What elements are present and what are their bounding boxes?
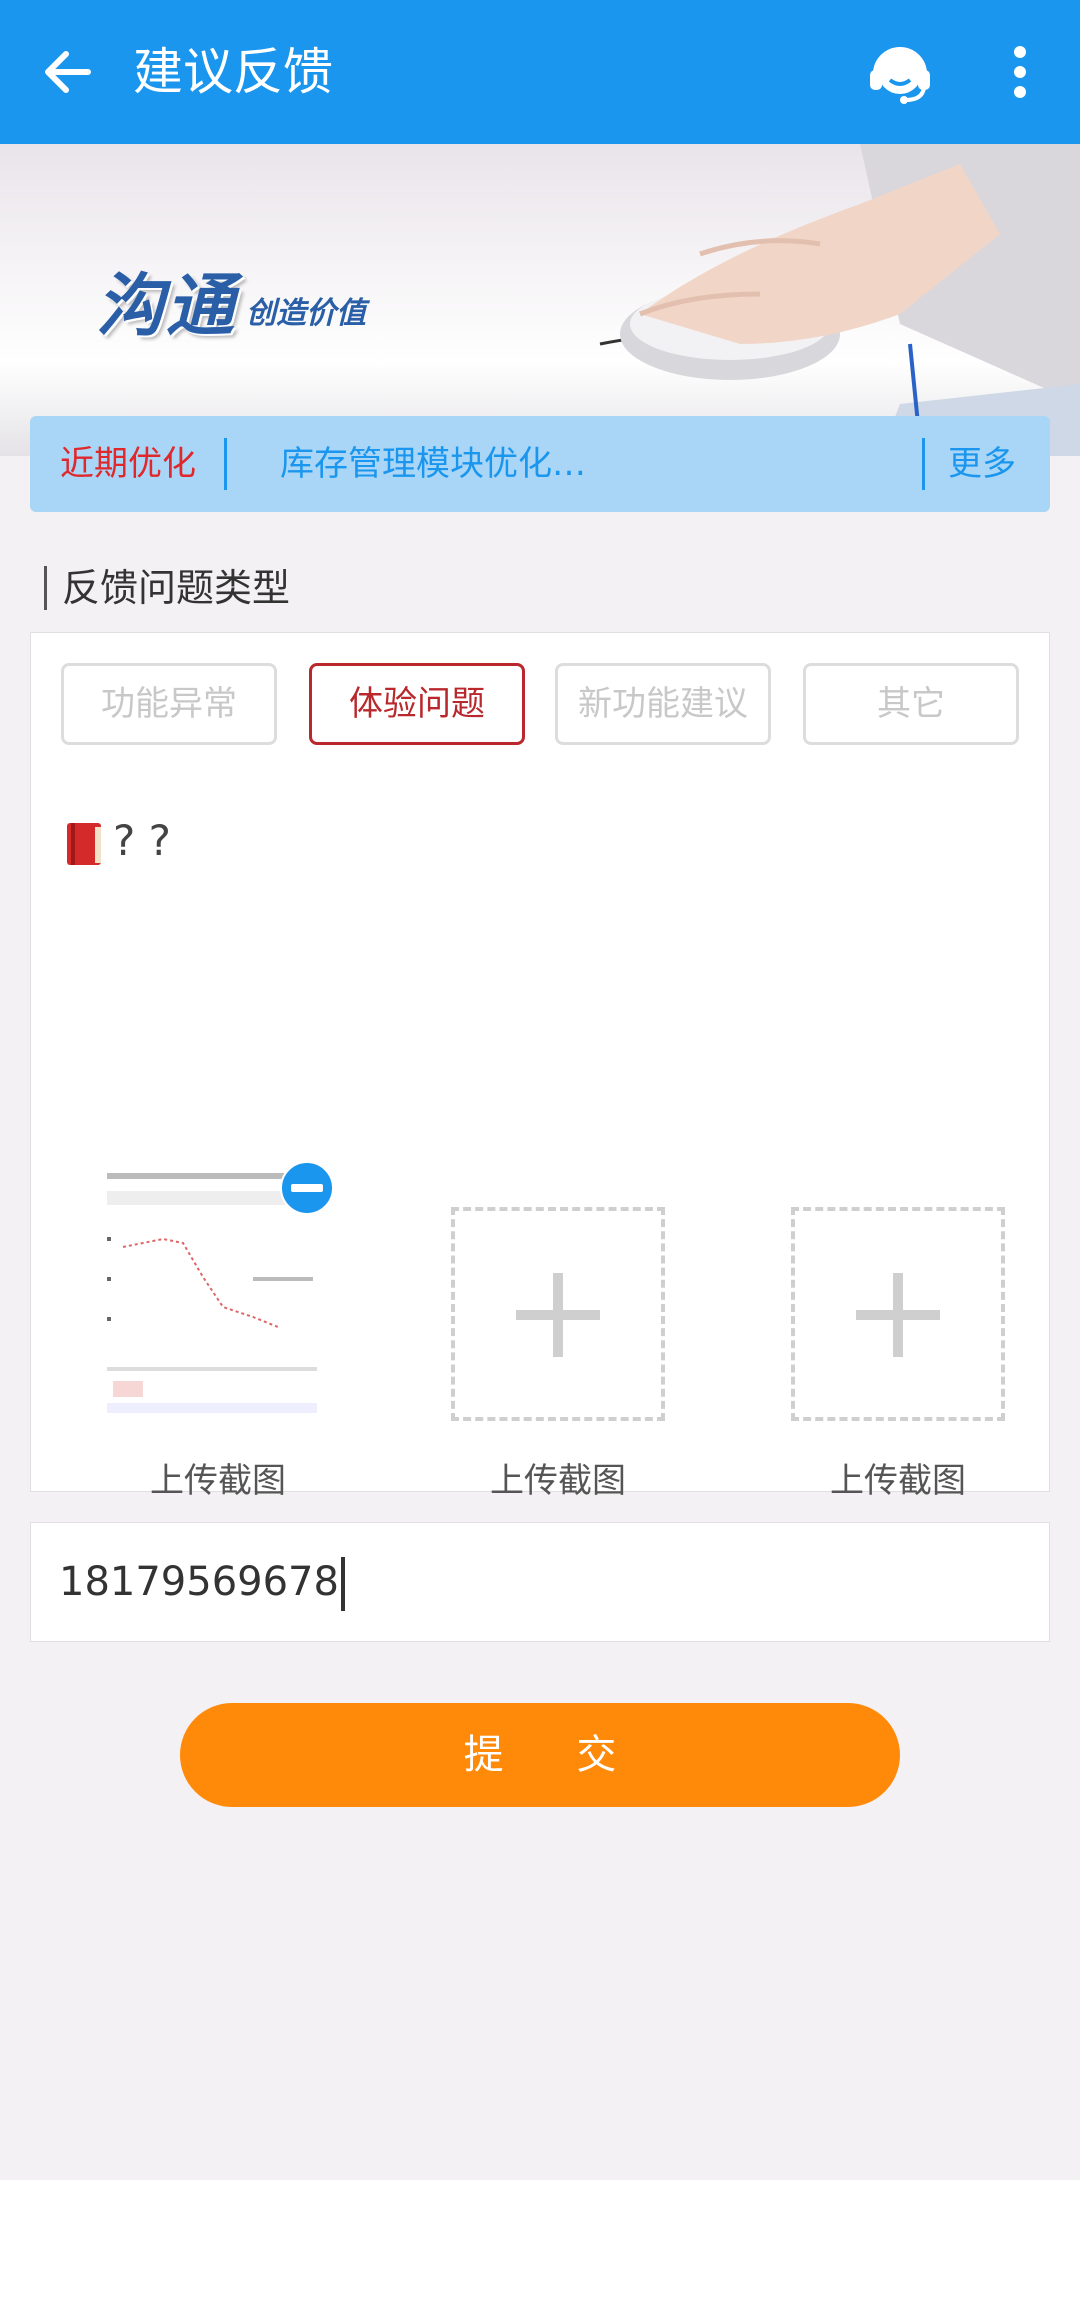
more-vertical-icon <box>1014 46 1026 98</box>
upload-label: 上传截图 <box>150 1461 286 1501</box>
headset-icon <box>870 47 930 104</box>
upload-box[interactable] <box>791 1207 1005 1421</box>
upload-box[interactable] <box>451 1207 665 1421</box>
page-title: 建议反馈 <box>133 43 333 101</box>
section-marker <box>44 566 47 610</box>
type-button-new-feature[interactable]: 新功能建议 <box>555 663 771 745</box>
app-header: 建议反馈 <box>0 0 1080 144</box>
more-options-button[interactable] <box>1000 40 1040 104</box>
contact-field[interactable]: 18179569678 <box>30 1522 1050 1642</box>
divider <box>922 438 925 490</box>
back-button[interactable] <box>36 40 100 104</box>
section-title: 反馈问题类型 <box>62 566 291 610</box>
feedback-card: 功能异常 体验问题 新功能建议 其它 ? ? 上传截图 上传截图 上传截图 <box>30 632 1050 1501</box>
upload-label: 上传截图 <box>830 1461 966 1501</box>
type-button-other[interactable]: 其它 <box>803 663 1019 745</box>
notice-text[interactable]: 库存管理模块优化… <box>280 416 586 512</box>
notice-more-link[interactable]: 更多 <box>948 416 1016 512</box>
banner-slogan-main: 沟通 <box>96 267 237 346</box>
description-text: ? ? <box>113 816 171 865</box>
banner-image: 沟通 创造价值 <box>0 144 1080 456</box>
description-textarea[interactable]: ? ? <box>65 811 171 871</box>
customer-service-button[interactable] <box>864 36 936 108</box>
submit-button[interactable]: 提 交 <box>180 1703 900 1807</box>
type-button-function-error[interactable]: 功能异常 <box>61 663 277 745</box>
minus-circle-icon <box>280 1161 334 1215</box>
book-emoji-icon <box>65 821 105 867</box>
remove-image-button[interactable] <box>279 1160 335 1216</box>
type-button-experience[interactable]: 体验问题 <box>309 663 525 745</box>
text-caret <box>340 1557 345 1611</box>
banner-slogan-sub: 创造价值 <box>246 296 366 331</box>
divider <box>224 438 227 490</box>
arrow-left-icon <box>45 51 91 93</box>
plus-icon <box>856 1273 940 1357</box>
upload-label: 上传截图 <box>490 1461 626 1501</box>
plus-icon <box>516 1273 600 1357</box>
notice-label: 近期优化 <box>60 444 196 484</box>
phone-value: 18179569678 <box>59 1559 339 1605</box>
notice-bar[interactable]: 近期优化 库存管理模块优化… 更多 <box>30 416 1050 512</box>
phone-input[interactable]: 18179569678 <box>59 1549 959 1615</box>
